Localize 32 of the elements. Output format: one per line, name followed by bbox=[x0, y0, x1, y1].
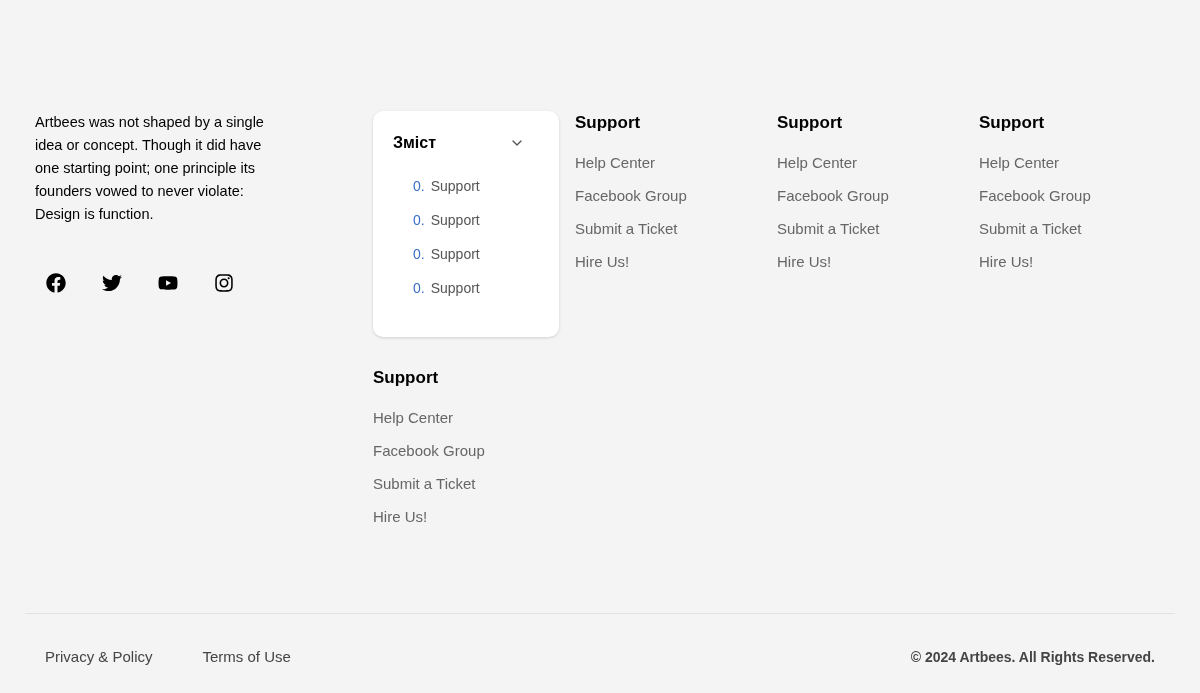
facebook-icon[interactable] bbox=[45, 272, 66, 293]
footer-link[interactable]: Help Center bbox=[373, 408, 454, 428]
column-heading: Support bbox=[777, 112, 843, 134]
footer-link[interactable]: Facebook Group bbox=[373, 441, 485, 461]
contents-title: Зміст bbox=[393, 133, 437, 153]
footer-link[interactable]: Privacy & Policy bbox=[45, 646, 153, 669]
about-text: Artbees was not shaped by a single idea or concept. Though it did have one starting point; one principle its founders vowed to never violate: Design is function. bbox=[35, 113, 265, 224]
twitter-icon[interactable] bbox=[101, 272, 122, 293]
footer-link[interactable]: Hire Us! bbox=[575, 252, 630, 272]
column-heading: Support bbox=[575, 112, 641, 134]
footer-link[interactable]: Terms of Use bbox=[202, 646, 291, 669]
footer-link[interactable]: Facebook Group bbox=[979, 186, 1091, 206]
instagram-icon[interactable] bbox=[213, 272, 234, 293]
footer-link[interactable]: Facebook Group bbox=[777, 186, 889, 206]
column-heading: Support bbox=[979, 112, 1045, 134]
footer-link[interactable]: Hire Us! bbox=[373, 507, 428, 527]
column-heading: Support bbox=[373, 367, 439, 389]
copyright-text: © 2024 Artbees. All Rights Reserved. bbox=[910, 647, 1155, 667]
footer-link[interactable]: Hire Us! bbox=[979, 252, 1034, 272]
footer-link[interactable]: Help Center bbox=[575, 153, 656, 173]
footer-link[interactable]: Submit a Ticket bbox=[575, 219, 678, 239]
contents-item[interactable]: 0. Support bbox=[413, 278, 480, 299]
footer-link[interactable]: Help Center bbox=[777, 153, 858, 173]
footer-link[interactable]: Submit a Ticket bbox=[979, 219, 1082, 239]
contents-item[interactable]: 0. Support bbox=[413, 210, 480, 231]
contents-item[interactable]: 0. Support bbox=[413, 176, 480, 197]
footer-link[interactable]: Submit a Ticket bbox=[373, 474, 476, 494]
footer-link[interactable]: Submit a Ticket bbox=[777, 219, 880, 239]
footer-link[interactable]: Facebook Group bbox=[575, 186, 687, 206]
footer-link[interactable]: Help Center bbox=[979, 153, 1060, 173]
contents-item[interactable]: 0. Support bbox=[413, 244, 480, 265]
footer-link[interactable]: Hire Us! bbox=[777, 252, 832, 272]
